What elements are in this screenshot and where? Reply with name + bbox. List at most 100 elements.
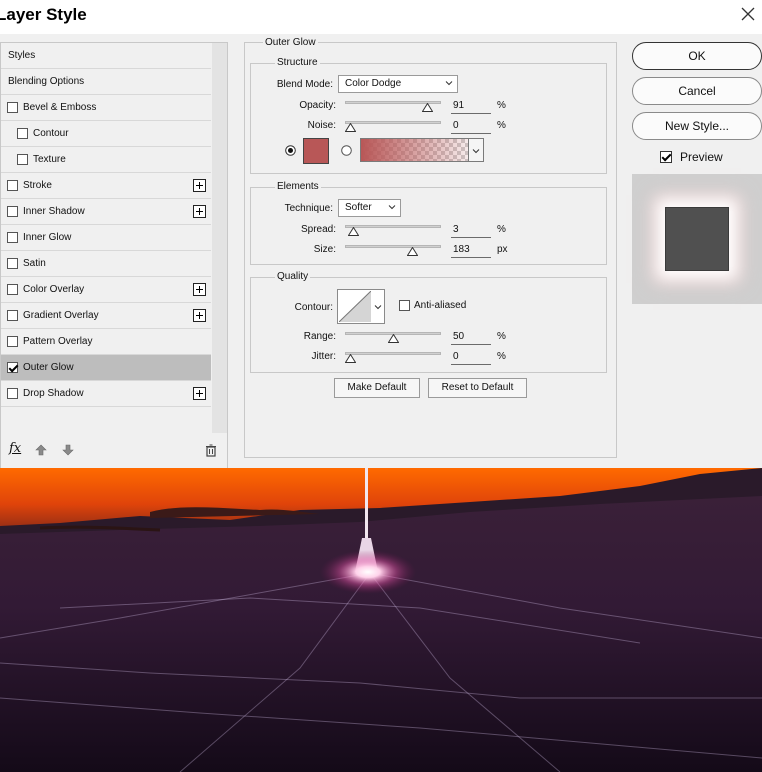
- jitter-input[interactable]: 0: [451, 351, 491, 365]
- background-image: [0, 468, 762, 772]
- size-slider[interactable]: [345, 242, 441, 256]
- style-item-label: Pattern Overlay: [23, 336, 93, 347]
- fx-button[interactable]: fx: [9, 441, 21, 456]
- size-slider-thumb[interactable]: [407, 247, 418, 256]
- contour-picker[interactable]: [337, 289, 385, 324]
- style-checkbox[interactable]: [17, 154, 28, 165]
- style-checkbox[interactable]: [7, 336, 18, 347]
- move-down-icon[interactable]: [61, 443, 75, 457]
- style-item-label: Outer Glow: [23, 362, 74, 373]
- chevron-down-icon: [388, 205, 396, 210]
- style-item-label: Gradient Overlay: [23, 310, 99, 321]
- gradient-radio[interactable]: [341, 145, 352, 156]
- style-item[interactable]: Bevel & Emboss: [1, 95, 211, 121]
- anti-aliased-label: Anti-aliased: [414, 300, 467, 311]
- range-unit: %: [497, 331, 506, 342]
- spread-slider[interactable]: [345, 222, 441, 236]
- style-item-label: Bevel & Emboss: [23, 102, 97, 113]
- quality-group: Quality Contour: Anti-aliased Range: 50 …: [250, 271, 607, 373]
- contour-label: Contour:: [294, 302, 333, 313]
- elements-group: Elements Technique: Softer Spread: 3 % S…: [250, 181, 607, 265]
- style-item[interactable]: Pattern Overlay: [1, 329, 211, 355]
- size-slider-track: [345, 245, 441, 248]
- opacity-slider-thumb[interactable]: [422, 103, 433, 112]
- size-input[interactable]: 183: [451, 244, 491, 258]
- range-slider[interactable]: [345, 329, 441, 343]
- close-icon[interactable]: [740, 6, 756, 22]
- style-item-label: Styles: [8, 50, 36, 61]
- move-up-icon[interactable]: [34, 443, 48, 457]
- style-item[interactable]: Outer Glow: [1, 355, 211, 381]
- jitter-slider-track: [345, 352, 441, 355]
- range-slider-thumb[interactable]: [388, 334, 399, 343]
- style-item[interactable]: Styles: [1, 43, 211, 69]
- style-item[interactable]: Inner Shadow: [1, 199, 211, 225]
- style-item[interactable]: Color Overlay: [1, 277, 211, 303]
- add-style-icon[interactable]: [193, 387, 206, 400]
- noise-slider-thumb[interactable]: [345, 123, 356, 132]
- outer-glow-panel: Outer Glow Structure Blend Mode: Color D…: [244, 37, 617, 458]
- reset-to-default-button[interactable]: Reset to Default: [428, 378, 527, 398]
- blend-mode-label: Blend Mode:: [276, 79, 333, 90]
- technique-label: Technique:: [284, 203, 333, 214]
- style-checkbox[interactable]: [7, 362, 18, 373]
- add-style-icon[interactable]: [193, 205, 206, 218]
- style-checkbox[interactable]: [7, 180, 18, 191]
- style-item[interactable]: Blending Options: [1, 69, 211, 95]
- add-style-icon[interactable]: [193, 179, 206, 192]
- new-style-button[interactable]: New Style...: [632, 112, 762, 140]
- style-item-label: Drop Shadow: [23, 388, 84, 399]
- style-item[interactable]: Stroke: [1, 173, 211, 199]
- glow-color-swatch[interactable]: [303, 138, 329, 164]
- style-checkbox[interactable]: [17, 128, 28, 139]
- solid-color-radio[interactable]: [285, 145, 296, 156]
- style-checkbox[interactable]: [7, 102, 18, 113]
- anti-aliased-checkbox[interactable]: [399, 300, 410, 311]
- style-checkbox[interactable]: [7, 258, 18, 269]
- style-item[interactable]: Satin: [1, 251, 211, 277]
- style-checkbox[interactable]: [7, 232, 18, 243]
- style-preview: [632, 174, 762, 304]
- range-input[interactable]: 50: [451, 331, 491, 345]
- gradient-swatch[interactable]: [360, 138, 484, 162]
- style-item[interactable]: Contour: [1, 121, 211, 147]
- add-style-icon[interactable]: [193, 309, 206, 322]
- blend-mode-select[interactable]: Color Dodge: [338, 75, 458, 93]
- opacity-slider[interactable]: [345, 98, 441, 112]
- technique-select[interactable]: Softer: [338, 199, 401, 217]
- cancel-button[interactable]: Cancel: [632, 77, 762, 105]
- spread-label: Spread:: [300, 224, 336, 235]
- styles-list-scrollbar[interactable]: [212, 43, 227, 433]
- spread-input[interactable]: 3: [451, 224, 491, 238]
- style-item-label: Contour: [33, 128, 69, 139]
- style-item[interactable]: Texture: [1, 147, 211, 173]
- style-item[interactable]: Inner Glow: [1, 225, 211, 251]
- jitter-slider-thumb[interactable]: [345, 354, 356, 363]
- sunset-landscape-image: [0, 468, 762, 772]
- ok-button[interactable]: OK: [632, 42, 762, 70]
- style-checkbox[interactable]: [7, 284, 18, 295]
- style-item-label: Inner Glow: [23, 232, 72, 243]
- preview-checkbox[interactable]: [660, 151, 672, 163]
- style-checkbox[interactable]: [7, 310, 18, 321]
- style-item[interactable]: Gradient Overlay: [1, 303, 211, 329]
- trash-icon[interactable]: [204, 443, 218, 457]
- noise-input[interactable]: 0: [451, 120, 491, 134]
- size-unit: px: [497, 244, 508, 255]
- gradient-dropdown[interactable]: [468, 138, 484, 162]
- style-item[interactable]: Drop Shadow: [1, 381, 211, 407]
- make-default-button[interactable]: Make Default: [334, 378, 420, 398]
- elements-title: Elements: [275, 181, 321, 192]
- spread-slider-thumb[interactable]: [348, 227, 359, 236]
- noise-label: Noise:: [307, 120, 336, 131]
- dialog-title: Layer Style: [0, 5, 87, 24]
- style-item-label: Satin: [23, 258, 46, 269]
- noise-slider[interactable]: [345, 118, 441, 132]
- jitter-slider[interactable]: [345, 349, 441, 363]
- style-checkbox[interactable]: [7, 388, 18, 399]
- chevron-down-icon: [472, 149, 480, 154]
- style-checkbox[interactable]: [7, 206, 18, 217]
- opacity-input[interactable]: 91: [451, 100, 491, 114]
- style-item-label: Blending Options: [8, 76, 85, 87]
- add-style-icon[interactable]: [193, 283, 206, 296]
